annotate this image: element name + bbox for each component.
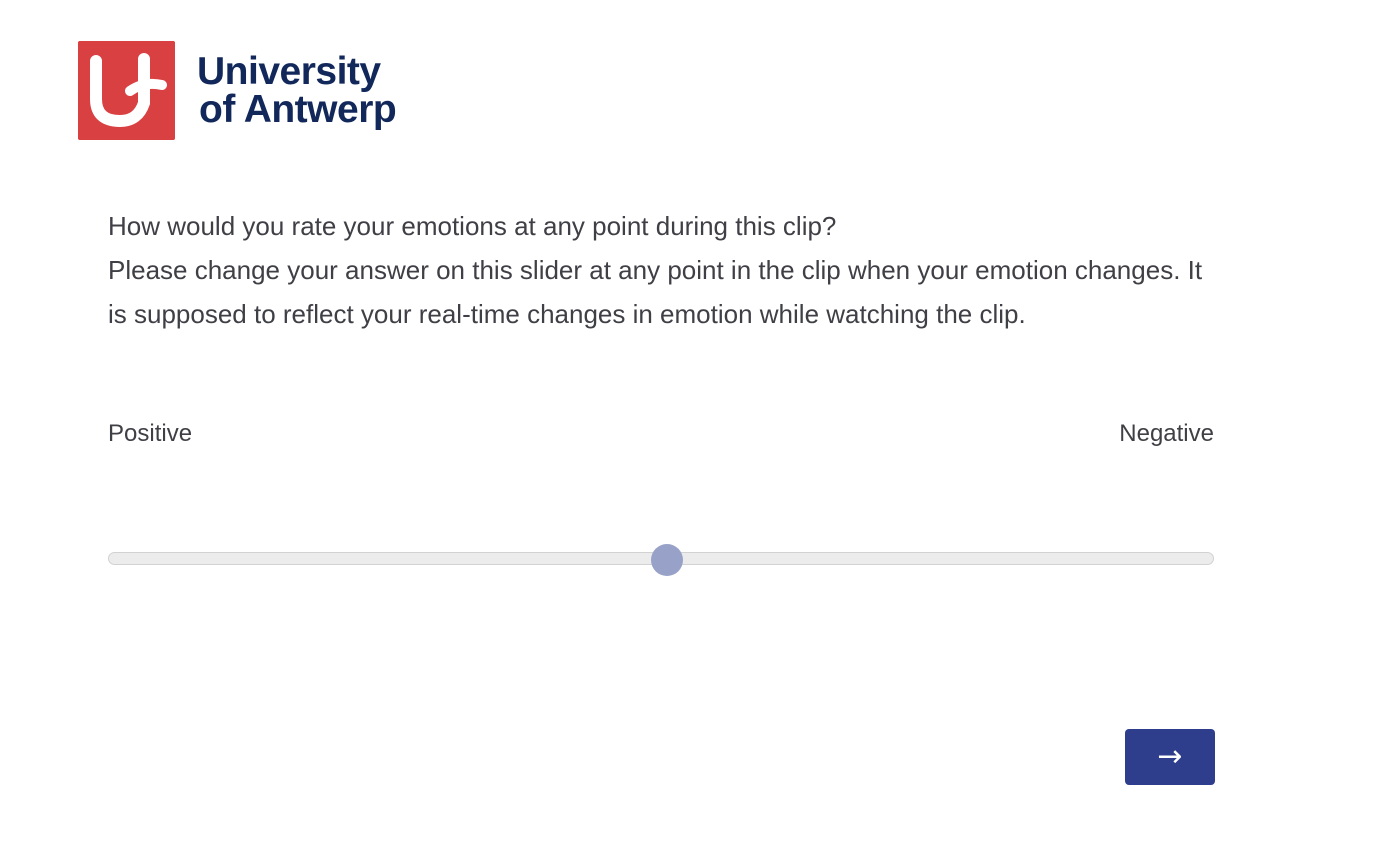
- university-logo-mark-icon: [78, 41, 175, 140]
- university-name: University of Antwerp: [197, 49, 397, 131]
- arrow-right-icon: →: [1157, 739, 1183, 774]
- slider-label-negative: Negative: [1119, 420, 1214, 447]
- question-title: How would you rate your emotions at any …: [108, 211, 837, 241]
- emotion-slider-handle[interactable]: [650, 544, 683, 576]
- logo-line-1: University: [197, 49, 381, 93]
- logo-line-2: of Antwerp: [199, 87, 397, 131]
- next-button[interactable]: →: [1125, 729, 1215, 785]
- question-text: How would you rate your emotions at any …: [108, 204, 1208, 336]
- question-instructions: Please change your answer on this slider…: [108, 255, 1203, 329]
- slider-label-positive: Positive: [108, 420, 193, 447]
- university-logo: University of Antwerp: [78, 41, 397, 140]
